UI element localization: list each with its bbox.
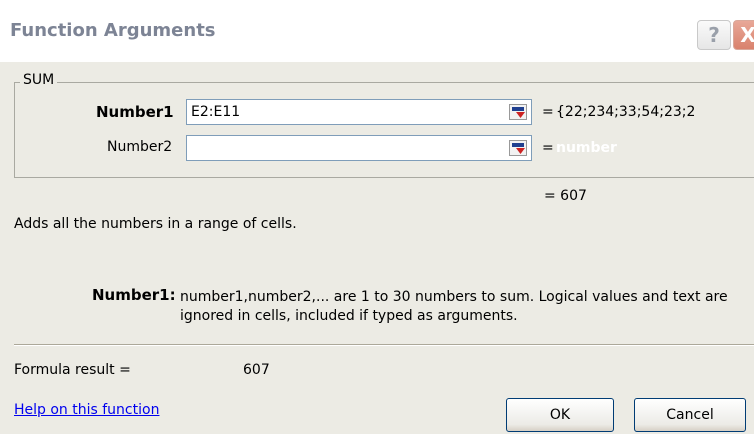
cancel-button-label: Cancel bbox=[666, 407, 714, 423]
argument-help-text: number1,number2,... are 1 to 30 numbers … bbox=[180, 289, 728, 324]
close-icon: X bbox=[740, 23, 754, 47]
help-icon: ? bbox=[708, 23, 720, 47]
number1-equals: = bbox=[542, 104, 554, 120]
ok-button[interactable]: OK bbox=[506, 398, 614, 432]
separator bbox=[14, 344, 754, 346]
function-description: Adds all the numbers in a range of cells… bbox=[14, 216, 297, 232]
close-button[interactable]: X bbox=[733, 20, 754, 50]
function-result-preview: = 607 bbox=[544, 188, 587, 204]
number1-collapse-icon[interactable] bbox=[509, 104, 527, 120]
title-bar-edge bbox=[0, 0, 754, 12]
number2-collapse-icon[interactable] bbox=[509, 140, 527, 156]
formula-result-label: Formula result = bbox=[14, 362, 131, 378]
number2-input[interactable] bbox=[186, 135, 532, 161]
argument-help-label: Number1: bbox=[92, 286, 176, 304]
help-button[interactable]: ? bbox=[697, 20, 731, 50]
number1-input[interactable] bbox=[186, 99, 532, 125]
function-groupbox bbox=[14, 82, 754, 178]
function-name-label: SUM bbox=[20, 72, 58, 88]
dialog-title: Function Arguments bbox=[10, 20, 216, 41]
number1-label: Number1 bbox=[96, 103, 174, 121]
cancel-button[interactable]: Cancel bbox=[634, 398, 746, 432]
title-bar: Function Arguments ? X bbox=[0, 0, 754, 62]
number2-value-preview: number bbox=[556, 140, 617, 156]
formula-result-value: 607 bbox=[243, 362, 270, 378]
ok-button-label: OK bbox=[549, 407, 571, 423]
number2-label: Number2 bbox=[107, 139, 173, 155]
help-on-function-link[interactable]: Help on this function bbox=[14, 402, 159, 418]
number1-value-preview: {22;234;33;54;23;2 bbox=[556, 104, 696, 120]
number2-equals: = bbox=[542, 140, 554, 156]
